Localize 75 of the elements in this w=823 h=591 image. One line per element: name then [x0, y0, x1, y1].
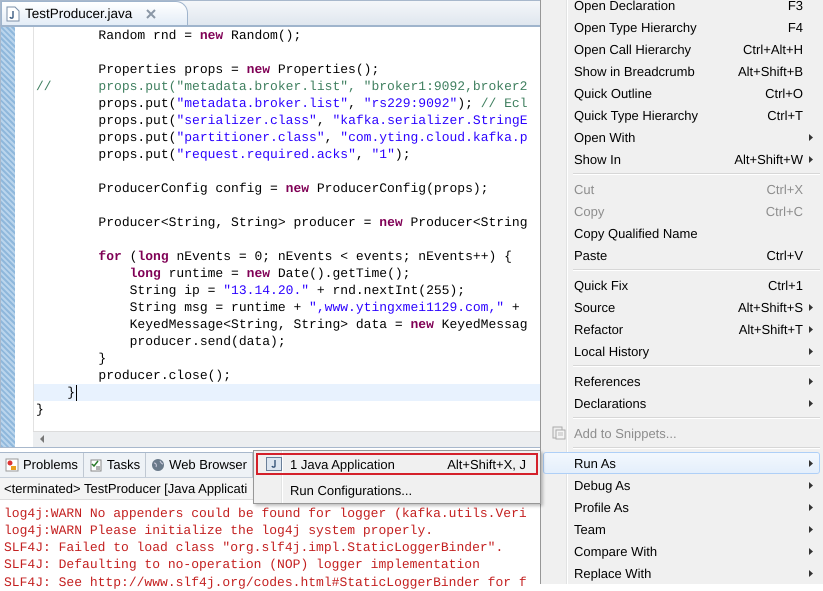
problems-icon [5, 458, 19, 472]
menu-item[interactable]: Team [543, 518, 820, 540]
code-line: // props.put("metadata.broker.list", "broker1:9092,broker2 [36, 79, 528, 94]
menu-item[interactable]: Quick Type Hierarchy Ctrl+T [543, 104, 820, 126]
horizontal-scrollbar[interactable] [33, 430, 541, 447]
menu-item[interactable]: Open Declaration F3 [543, 0, 820, 16]
menu-item[interactable]: Paste Ctrl+V [543, 244, 820, 266]
submenu-arrow-icon [809, 504, 813, 510]
submenu-arrow-icon [809, 326, 813, 332]
submenu-arrow-icon [809, 348, 813, 354]
menu-item[interactable]: Source Alt+Shift+S [543, 296, 820, 318]
panel-tab[interactable]: Problems [0, 452, 84, 477]
menu-item[interactable]: Quick Fix Ctrl+1 [543, 274, 820, 296]
submenu-arrow-icon [809, 134, 813, 140]
code-line: Properties props = new Properties(); [97, 62, 380, 77]
menu-item[interactable]: Run Configurations... [256, 479, 538, 501]
submenu-arrow-icon [809, 548, 813, 554]
code-line: ProducerConfig config = new ProducerConfig(props); [97, 181, 488, 196]
panel-tab[interactable]: Web Browser [146, 452, 253, 477]
text-caret [76, 384, 78, 400]
scroll-left-icon[interactable] [39, 435, 45, 444]
java-app-icon [266, 457, 282, 471]
tasks-icon [88, 458, 103, 472]
submenu-arrow-icon [809, 378, 813, 384]
menu-item[interactable]: 1 Java Application Alt+Shift+X, J [256, 453, 538, 475]
code-line: producer.close(); [97, 368, 232, 383]
code-line: String msg = runtime + ",www.ytingxmei1129.com," + [128, 300, 520, 315]
console-line: SLF4J: Failed to load class "org.slf4j.impl.StaticLoggerBinder". [3, 539, 504, 556]
submenu-arrow-icon [809, 460, 813, 466]
code-line: Random rnd = new Random(); [97, 28, 302, 43]
submenu-arrow-icon [809, 400, 813, 406]
code-line: } [36, 402, 44, 417]
menu-item[interactable]: Declarations [543, 392, 820, 414]
editor-tab[interactable]: TestProducer.java [1, 1, 188, 25]
code-line: String ip = "13.14.20." + rnd.nextInt(255); [128, 283, 466, 298]
console-line: log4j:WARN No appenders could be found for logger (kafka.utils.Veri [3, 504, 528, 522]
menu-item[interactable]: Copy Qualified Name [543, 222, 820, 244]
java-file-icon [6, 6, 20, 22]
code-line: } [97, 351, 106, 366]
code-line: producer.send(data); [128, 334, 286, 349]
globe-icon [151, 458, 166, 472]
menu-item[interactable]: Debug As [543, 474, 820, 496]
panel-tab[interactable]: Tasks [84, 452, 146, 477]
submenu-arrow-icon [809, 482, 813, 488]
menu-item[interactable]: Compare With [543, 540, 820, 562]
code-line: props.put("partitioner.class", "com.yting.cloud.kafka.p [97, 130, 528, 145]
menu-item[interactable]: Open With [543, 126, 820, 148]
console-line: log4j:WARN Please initialize the log4j system properly. [3, 522, 434, 540]
console-line: SLF4J: See http://www.slf4j.org/codes.html#StaticLoggerBinder for f [3, 574, 528, 591]
close-icon[interactable] [145, 8, 158, 20]
console-line: SLF4J: Defaulting to no-operation (NOP) logger implementation [3, 556, 481, 574]
code-line: } [66, 385, 76, 400]
code-line: KeyedMessage<String, String> data = new KeyedMessag [128, 317, 528, 332]
code-line: props.put("metadata.broker.list", "rs229:9092"); // Ecl [97, 96, 528, 111]
menu-item[interactable]: Run As [543, 452, 820, 474]
submenu-arrow-icon [809, 526, 813, 532]
menu-item[interactable]: Replace With [543, 562, 820, 584]
menu-item[interactable]: References [543, 370, 820, 392]
submenu-arrow-icon [809, 304, 813, 310]
code-line: Producer<String, String> producer = new Producer<String [97, 215, 528, 230]
code-line: for (long nEvents = 0; nEvents < events; nEvents++) { [97, 249, 512, 264]
code-line: props.put("request.required.acks", "1"); [97, 147, 410, 162]
menu-item[interactable]: Open Type Hierarchy F4 [543, 16, 820, 38]
menu-item[interactable]: Show in Breadcrumb Alt+Shift+B [543, 60, 820, 82]
menu-item[interactable]: Quick Outline Ctrl+O [543, 82, 820, 104]
menu-item[interactable]: Open Call Hierarchy Ctrl+Alt+H [543, 38, 820, 60]
menu-item[interactable]: Show In Alt+Shift+W [543, 148, 820, 170]
snippet-icon [552, 426, 566, 440]
submenu-arrow-icon [809, 156, 813, 162]
menu-item[interactable]: Profile As [543, 496, 820, 518]
menu-item[interactable]: Local History [543, 340, 820, 362]
submenu-arrow-icon [809, 570, 813, 576]
code-line: props.put("serializer.class", "kafka.serializer.StringE [97, 113, 528, 128]
code-line: long runtime = new Date().getTime(); [128, 266, 410, 281]
menu-item[interactable]: Refactor Alt+Shift+T [543, 318, 820, 340]
